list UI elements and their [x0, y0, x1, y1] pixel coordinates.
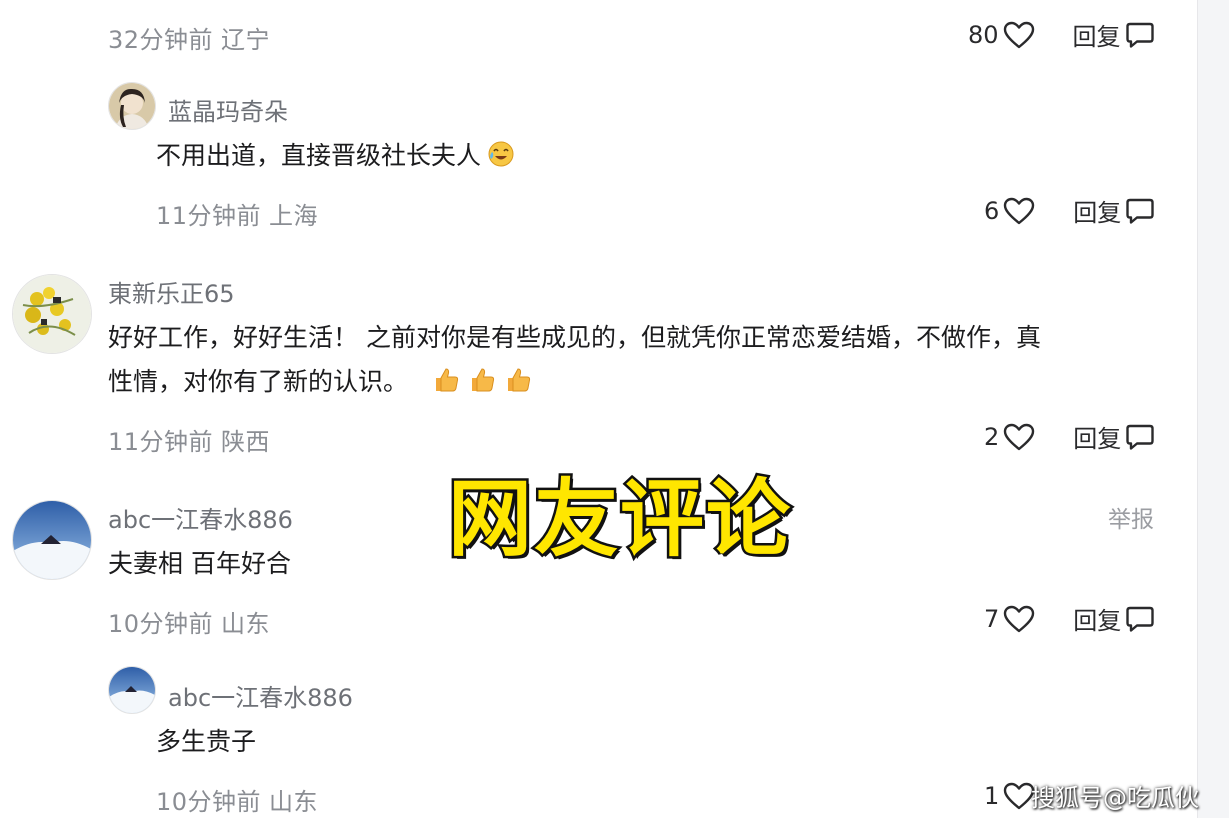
comment-region: 山东 — [269, 788, 319, 816]
comment-bubble-icon — [1125, 197, 1155, 225]
like-count: 1 — [984, 782, 1000, 810]
reply-button[interactable]: 回复 — [1073, 193, 1155, 228]
heart-icon[interactable] — [1003, 422, 1035, 452]
comment-time: 32分钟前 — [108, 26, 214, 54]
comment-actions: 7 回复 — [984, 601, 1155, 636]
laughing-crying-emoji-icon — [487, 138, 515, 167]
thumbs-up-emoji-icon — [468, 364, 496, 392]
comment-actions: 80 回复 — [968, 17, 1155, 52]
comment-text: 夫妻相 百年好合 — [108, 542, 291, 586]
reply-label: 回复 — [1073, 607, 1122, 635]
comment-meta: 32分钟前 辽宁 — [108, 20, 270, 55]
comment-body-line: 好好工作，好好生活！ 之前对你是有些成见的，但就凭你正常恋爱结婚，不做作，真 — [108, 323, 1041, 352]
reply-button[interactable]: 回复 — [1073, 419, 1155, 454]
like-count: 6 — [984, 196, 1000, 225]
overlay-headline: 网友评论 — [445, 468, 793, 571]
comment-actions: 2 回复 — [984, 419, 1155, 454]
comment-time: 11分钟前 — [156, 202, 262, 230]
reply-button[interactable]: 回复 — [1073, 601, 1155, 636]
reply-label: 回复 — [1072, 23, 1121, 51]
like-count: 2 — [984, 422, 1000, 451]
comment-region: 上海 — [269, 202, 319, 230]
avatar[interactable] — [108, 82, 156, 130]
report-button[interactable]: 举报 — [1108, 500, 1154, 534]
avatar[interactable] — [12, 274, 92, 354]
comment-body: 夫妻相 百年好合 — [108, 549, 291, 578]
comment-time: 10分钟前 — [108, 610, 214, 638]
comment-feed: 32分钟前 辽宁 80 回复 蓝晶玛奇朵 不用出道，直接晋级社长夫人 11分钟前上… — [0, 0, 1229, 818]
reply-button[interactable]: 回复 — [1073, 17, 1155, 52]
comment-meta: 11分钟前 陕西 — [108, 422, 270, 457]
comment-time: 11分钟前 — [108, 428, 214, 456]
like-count: 7 — [984, 604, 1000, 633]
comment-text: 好好工作，好好生活！ 之前对你是有些成见的，但就凭你正常恋爱结婚，不做作，真 性… — [108, 316, 1041, 404]
comment-region: 辽宁 — [221, 26, 271, 54]
scrollbar-track[interactable] — [1197, 0, 1229, 818]
comment-time: 10分钟前 — [156, 788, 262, 816]
heart-icon[interactable] — [1003, 604, 1035, 634]
comment-bubble-icon — [1125, 21, 1155, 49]
comment-bubble-icon — [1125, 423, 1155, 451]
like-count: 80 — [968, 20, 999, 49]
comment-text: 不用出道，直接晋级社长夫人 — [156, 134, 515, 178]
reply-label: 回复 — [1073, 425, 1122, 453]
heart-icon[interactable] — [1003, 196, 1035, 226]
comment-meta: 10分钟前 山东 — [108, 604, 270, 639]
heart-icon[interactable] — [1003, 20, 1035, 50]
comment-bubble-icon — [1125, 605, 1155, 633]
username[interactable]: 東新乐正65 — [108, 274, 235, 309]
comment-actions: 1 — [984, 781, 1035, 811]
username[interactable]: abc一江春水886 — [168, 678, 353, 713]
comment-meta: 10分钟前 山东 — [156, 782, 318, 817]
username[interactable]: 蓝晶玛奇朵 — [168, 92, 288, 127]
avatar[interactable] — [108, 666, 156, 714]
reply-label: 回复 — [1073, 199, 1122, 227]
avatar[interactable] — [12, 500, 92, 580]
comment-actions: 6 回复 — [984, 193, 1155, 228]
thumbs-up-emoji-icon — [432, 364, 460, 392]
thumbs-up-emoji-icon — [504, 364, 532, 392]
comment-body: 不用出道，直接晋级社长夫人 — [156, 141, 482, 170]
comment-body-line: 性情，对你有了新的认识。 — [108, 367, 409, 396]
comment-text: 多生贵子 — [156, 720, 256, 764]
comment-region: 山东 — [221, 610, 271, 638]
username[interactable]: abc一江春水886 — [108, 500, 293, 535]
comment-body: 多生贵子 — [156, 727, 257, 756]
comment-region: 陕西 — [221, 428, 271, 456]
comment-body-line-wrap: 性情，对你有了新的认识。 — [108, 360, 1041, 404]
watermark: 搜狐号@吃瓜伙 — [1031, 784, 1199, 812]
comment-meta: 11分钟前 上海 — [156, 196, 318, 231]
